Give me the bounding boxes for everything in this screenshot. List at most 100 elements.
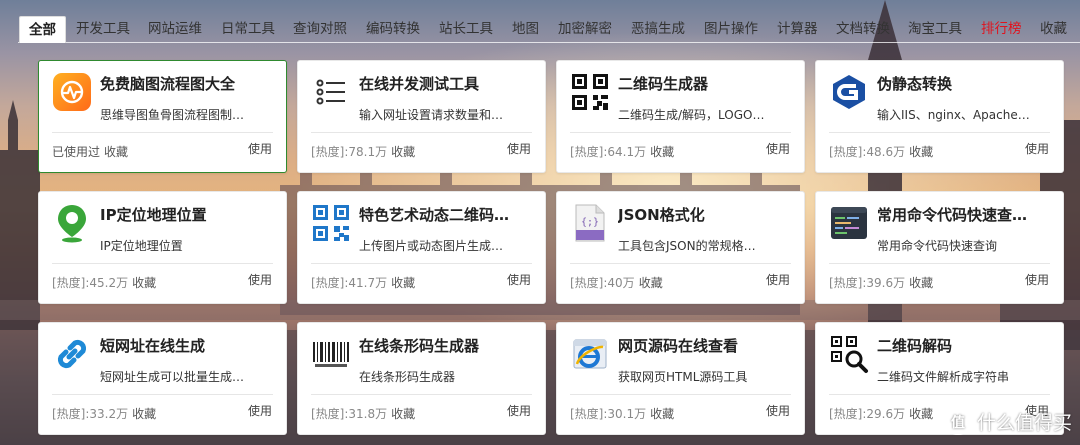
tool-card[interactable]: 短网址在线生成 短网址生成可以批量生成… [热度]:33.2万 收藏 使用 — [38, 322, 287, 435]
use-button[interactable]: 使用 — [248, 271, 272, 288]
barcode-icon — [311, 334, 351, 374]
favorite-link[interactable]: 收藏 — [391, 407, 415, 421]
favorite-link[interactable]: 收藏 — [650, 407, 674, 421]
favorite-link[interactable]: 收藏 — [909, 276, 933, 290]
tool-meta: [热度]:41.7万 收藏 — [311, 274, 415, 291]
use-button[interactable]: 使用 — [766, 140, 790, 157]
tab-image[interactable]: 图片操作 — [695, 16, 767, 43]
use-button[interactable]: 使用 — [1025, 271, 1049, 288]
card-divider — [570, 132, 791, 133]
heat-count: [热度]:29.6万 — [829, 407, 906, 421]
tool-title[interactable]: 二维码生成器 — [618, 73, 798, 94]
tool-card[interactable]: 伪静态转换 输入IIS、nginx、Apache… [热度]:48.6万 收藏 使… — [815, 60, 1064, 173]
use-button[interactable]: 使用 — [766, 271, 790, 288]
favorite-link[interactable]: 收藏 — [132, 276, 156, 290]
watermark-logo-icon: 值 — [944, 408, 971, 435]
used-status: 已使用过 — [52, 145, 101, 159]
tab-taobao[interactable]: 淘宝工具 — [899, 16, 971, 43]
g-logo-icon — [829, 72, 869, 112]
qrcode-icon — [570, 72, 610, 112]
tab-prank[interactable]: 恶搞生成 — [622, 16, 694, 43]
tool-card[interactable]: 特色艺术动态二维码… 上传图片或动态图片生成… [热度]:41.7万 收藏 使用 — [297, 191, 546, 304]
tool-meta: [热度]:40万 收藏 — [570, 274, 663, 291]
tool-description: 工具包含JSON的常规格… — [618, 239, 756, 253]
tool-title[interactable]: 在线并发测试工具 — [359, 73, 539, 94]
use-button[interactable]: 使用 — [507, 402, 531, 419]
tool-description: 在线条形码生成器 — [359, 370, 456, 384]
use-button[interactable]: 使用 — [248, 140, 272, 157]
tab-crypto[interactable]: 加密解密 — [549, 16, 621, 43]
tool-card[interactable]: 免费脑图流程图大全 思维导图鱼骨图流程图制… 已使用过 收藏 使用 — [38, 60, 287, 173]
tool-meta: [热度]:39.6万 收藏 — [829, 274, 933, 291]
card-divider — [52, 263, 273, 264]
tab-favorites[interactable]: 收藏 — [1031, 16, 1076, 43]
use-button[interactable]: 使用 — [766, 402, 790, 419]
tool-title[interactable]: 常用命令代码快速查… — [877, 204, 1057, 225]
heat-count: [热度]:30.1万 — [570, 407, 647, 421]
favorite-link[interactable]: 收藏 — [104, 145, 128, 159]
tool-title[interactable]: 免费脑图流程图大全 — [100, 73, 280, 94]
svg-text:{;}: {;} — [581, 217, 599, 228]
map-pin-icon — [52, 203, 92, 243]
tool-description: 短网址生成可以批量生成… — [100, 370, 245, 384]
heat-count: [热度]:78.1万 — [311, 145, 388, 159]
tool-card[interactable]: 二维码生成器 二维码生成/解码，LOGO… [热度]:64.1万 收藏 使用 — [556, 60, 805, 173]
tool-card[interactable]: 网页源码在线查看 获取网页HTML源码工具 [热度]:30.1万 收藏 使用 — [556, 322, 805, 435]
use-button[interactable]: 使用 — [507, 271, 531, 288]
card-divider — [311, 263, 532, 264]
tool-description: 常用命令代码快速查询 — [877, 239, 998, 253]
tab-daily-tools[interactable]: 日常工具 — [212, 16, 284, 43]
favorite-link[interactable]: 收藏 — [391, 276, 415, 290]
tool-meta: [热度]:29.6万 收藏 — [829, 405, 933, 422]
tool-title[interactable]: IP定位地理位置 — [100, 204, 280, 225]
tab-lookup[interactable]: 查询对照 — [284, 16, 356, 43]
tool-card[interactable]: 在线并发测试工具 输入网址设置请求数量和… [热度]:78.1万 收藏 使用 — [297, 60, 546, 173]
tool-description: 输入网址设置请求数量和… — [359, 108, 504, 122]
tool-description: 二维码生成/解码，LOGO… — [618, 108, 765, 122]
tool-title[interactable]: 二维码解码 — [877, 335, 1057, 356]
tab-calculator[interactable]: 计算器 — [768, 16, 827, 43]
tool-card[interactable]: 常用命令代码快速查… 常用命令代码快速查询 [热度]:39.6万 收藏 使用 — [815, 191, 1064, 304]
tab-dev-tools[interactable]: 开发工具 — [67, 16, 139, 43]
tool-card[interactable]: IP定位地理位置 IP定位地理位置 [热度]:45.2万 收藏 使用 — [38, 191, 287, 304]
watermark-text: 什么值得买 — [976, 412, 1072, 434]
tool-meta: [热度]:45.2万 收藏 — [52, 274, 156, 291]
card-divider — [829, 263, 1050, 264]
tab-webmaster[interactable]: 站长工具 — [430, 16, 502, 43]
tool-description: 二维码文件解析成字符串 — [877, 370, 1010, 384]
tab-encoding[interactable]: 编码转换 — [357, 16, 429, 43]
tool-meta: [热度]:48.6万 收藏 — [829, 143, 933, 160]
favorite-link[interactable]: 收藏 — [909, 145, 933, 159]
use-button[interactable]: 使用 — [248, 402, 272, 419]
tool-title[interactable]: 网页源码在线查看 — [618, 335, 798, 356]
tool-title[interactable]: JSON格式化 — [618, 204, 798, 225]
tool-title[interactable]: 特色艺术动态二维码… — [359, 204, 539, 225]
tool-title[interactable]: 短网址在线生成 — [100, 335, 280, 356]
tool-card[interactable]: {;} JSON格式化 工具包含JSON的常规格… [热度]:40万 收藏 使用 — [556, 191, 805, 304]
use-button[interactable]: 使用 — [1025, 140, 1049, 157]
use-button[interactable]: 使用 — [507, 140, 531, 157]
tool-description: 上传图片或动态图片生成… — [359, 239, 504, 253]
tool-title[interactable]: 在线条形码生成器 — [359, 335, 539, 356]
favorite-link[interactable]: 收藏 — [909, 407, 933, 421]
favorite-link[interactable]: 收藏 — [650, 145, 674, 159]
tab-ranking[interactable]: 排行榜 — [972, 16, 1031, 43]
favorite-link[interactable]: 收藏 — [639, 276, 663, 290]
tab-doc-convert[interactable]: 文档转换 — [827, 16, 899, 43]
ie-browser-icon — [570, 334, 610, 374]
favorite-link[interactable]: 收藏 — [391, 145, 415, 159]
card-divider — [570, 394, 791, 395]
heat-count: [热度]:45.2万 — [52, 276, 129, 290]
tab-site-ops[interactable]: 网站运维 — [139, 16, 211, 43]
card-divider — [829, 394, 1050, 395]
card-divider — [570, 263, 791, 264]
tab-map[interactable]: 地图 — [503, 16, 548, 43]
card-divider — [311, 394, 532, 395]
tool-meta: [热度]:33.2万 收藏 — [52, 405, 156, 422]
tab-all[interactable]: 全部 — [19, 16, 66, 43]
tool-title[interactable]: 伪静态转换 — [877, 73, 1057, 94]
tool-card[interactable]: 在线条形码生成器 在线条形码生成器 [热度]:31.8万 收藏 使用 — [297, 322, 546, 435]
tool-meta: 已使用过 收藏 — [52, 143, 128, 160]
favorite-link[interactable]: 收藏 — [132, 407, 156, 421]
heat-count: [热度]:40万 — [570, 276, 635, 290]
